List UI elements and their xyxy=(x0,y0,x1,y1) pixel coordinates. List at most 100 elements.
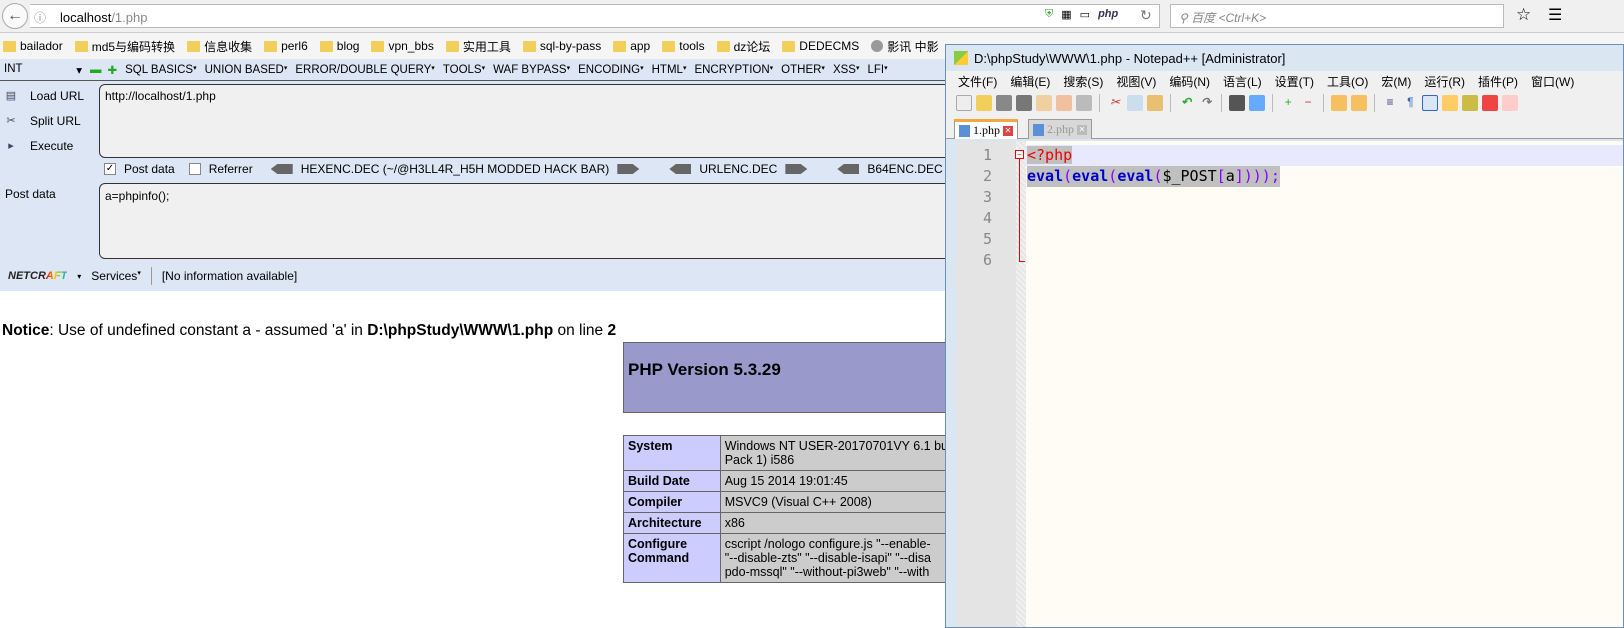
lang-icon[interactable] xyxy=(1442,95,1458,111)
row-value: Aug 15 2014 19:01:45 xyxy=(719,470,954,492)
bookmark[interactable]: 影讯 中影 xyxy=(871,38,939,55)
find-icon[interactable] xyxy=(1229,95,1245,111)
menu-encryption[interactable]: ENCRYPTION xyxy=(694,64,773,76)
menu-error-double-query[interactable]: ERROR/DOUBLE QUERY xyxy=(295,64,434,76)
globe-icon xyxy=(871,40,884,52)
encode-left-arrow-icon[interactable] xyxy=(837,164,860,174)
bookmark[interactable]: tools xyxy=(662,39,705,53)
menu-encoding[interactable]: ENCODING xyxy=(578,64,644,76)
menu-run[interactable]: 运行(R) xyxy=(1424,73,1465,90)
menu-plugins[interactable]: 插件(P) xyxy=(1478,73,1518,90)
reader-icon[interactable]: ▭ xyxy=(1080,8,1090,21)
address-bar[interactable]: ⓘ localhost/1.php xyxy=(30,4,1160,28)
back-button[interactable]: ← xyxy=(2,3,28,29)
fold-collapse-icon[interactable]: − xyxy=(1015,150,1024,159)
menu-html[interactable]: HTML xyxy=(652,64,687,76)
bookmark[interactable]: dz论坛 xyxy=(716,38,770,55)
new-file-icon[interactable] xyxy=(956,95,972,111)
bookmark[interactable]: 实用工具 xyxy=(445,38,511,55)
function-list-icon[interactable] xyxy=(1482,95,1498,111)
close-icon[interactable] xyxy=(1036,95,1052,111)
menu-sql-basics[interactable]: SQL BASICS xyxy=(125,64,196,76)
replace-icon[interactable] xyxy=(1249,95,1265,111)
url-textarea[interactable]: http://localhost/1.php xyxy=(99,84,959,158)
load-url-button[interactable]: ▤ Load URL xyxy=(0,83,90,108)
referrer-checkbox[interactable] xyxy=(188,163,201,175)
sync-horizontal-icon[interactable] xyxy=(1351,95,1367,111)
execute-button[interactable]: ▸ Execute xyxy=(0,133,90,158)
sync-vertical-icon[interactable] xyxy=(1331,95,1347,111)
post-data-checkbox[interactable]: ✓ xyxy=(104,163,116,175)
copy-icon[interactable] xyxy=(1127,95,1143,111)
menu-xss[interactable]: XSS xyxy=(833,64,860,76)
services-menu[interactable]: Services▾ xyxy=(91,269,141,283)
menu-other[interactable]: OTHER xyxy=(781,64,825,76)
notepad-titlebar[interactable]: D:\phpStudy\WWW\1.php - Notepad++ [Admin… xyxy=(946,45,1623,71)
reading-list-icon[interactable]: ☰ xyxy=(1548,5,1562,25)
bookmark[interactable]: bailador xyxy=(3,39,63,53)
minus-icon[interactable]: ▬ xyxy=(90,64,102,76)
menu-search[interactable]: 搜索(S) xyxy=(1063,73,1103,90)
bookmark[interactable]: blog xyxy=(319,39,359,53)
php-badge[interactable]: php xyxy=(1098,8,1118,21)
search-input[interactable]: ⚲ 百度 <Ctrl+K> xyxy=(1170,4,1504,28)
save-icon[interactable] xyxy=(996,95,1012,111)
word-wrap-icon[interactable]: ≡ xyxy=(1382,95,1398,111)
shield-icon[interactable]: ⛨ xyxy=(1045,8,1053,21)
menu-encoding[interactable]: 编码(N) xyxy=(1169,73,1210,90)
folder-workspace-icon[interactable] xyxy=(1502,95,1518,111)
close-tab-icon[interactable]: ✕ xyxy=(1003,125,1013,136)
split-url-button[interactable]: ✂ Split URL xyxy=(0,108,90,133)
bookmark[interactable]: vpn_bbs xyxy=(371,39,434,53)
doc-map-icon[interactable] xyxy=(1462,95,1478,111)
zoom-out-icon[interactable]: − xyxy=(1300,95,1316,111)
bookmark[interactable]: DEDECMS xyxy=(782,39,859,53)
save-all-icon[interactable] xyxy=(1016,95,1032,111)
bookmark[interactable]: app xyxy=(613,39,650,53)
open-file-icon[interactable] xyxy=(976,95,992,111)
menu-tools[interactable]: TOOLS xyxy=(443,64,485,76)
line-number: 4 xyxy=(982,209,992,227)
decode-right-arrow-icon[interactable] xyxy=(617,164,640,174)
menu-view[interactable]: 视图(V) xyxy=(1116,73,1156,90)
menu-file[interactable]: 文件(F) xyxy=(958,73,997,90)
menu-waf-bypass[interactable]: WAF BYPASS xyxy=(493,64,570,76)
tab-1-php[interactable]: 1.php ✕ xyxy=(954,119,1018,139)
menu-macro[interactable]: 宏(M) xyxy=(1381,73,1411,90)
reload-icon[interactable]: ↻ xyxy=(1140,7,1152,24)
close-tab-icon[interactable]: ✕ xyxy=(1077,124,1087,135)
plus-icon[interactable]: ✚ xyxy=(108,63,118,77)
code-editor[interactable]: 1 2 3 4 5 6 − <?php eval(eval(eval($_POS… xyxy=(956,141,1623,627)
zoom-in-icon[interactable]: + xyxy=(1280,95,1296,111)
bookmark[interactable]: sql-by-pass xyxy=(522,39,601,53)
paste-icon[interactable] xyxy=(1147,95,1163,111)
encode-left-arrow-icon[interactable] xyxy=(669,164,692,174)
menu-language[interactable]: 语言(L) xyxy=(1223,73,1262,90)
bookmark[interactable]: 信息收集 xyxy=(187,38,252,55)
cut-icon[interactable]: ✂ xyxy=(1107,95,1123,111)
decode-right-arrow-icon[interactable] xyxy=(785,164,808,174)
close-all-icon[interactable] xyxy=(1056,95,1072,111)
folder-icon xyxy=(613,40,627,52)
netcraft-dropdown-icon[interactable]: ▾ xyxy=(77,272,81,281)
redo-icon[interactable]: ↷ xyxy=(1198,95,1214,111)
menu-union-based[interactable]: UNION BASED xyxy=(205,64,288,76)
menu-tools[interactable]: 工具(O) xyxy=(1327,73,1368,90)
type-select[interactable]: INT ▾ xyxy=(0,63,86,77)
menu-window[interactable]: 窗口(W) xyxy=(1531,73,1574,90)
bookmark[interactable]: md5与编码转换 xyxy=(74,38,175,55)
encode-left-arrow-icon[interactable] xyxy=(270,164,293,174)
indent-guide-icon[interactable] xyxy=(1422,95,1438,111)
menu-lfi[interactable]: LFI xyxy=(867,64,887,76)
bookmark-star-icon[interactable]: ☆ xyxy=(1516,5,1531,25)
qr-code-icon[interactable]: ▦ xyxy=(1061,8,1071,21)
post-data-textarea[interactable]: a=phpinfo(); xyxy=(99,183,959,259)
menu-edit[interactable]: 编辑(E) xyxy=(1010,73,1050,90)
show-all-chars-icon[interactable]: ¶ xyxy=(1402,95,1418,111)
undo-icon[interactable]: ↶ xyxy=(1178,95,1194,111)
bookmark[interactable]: perl6 xyxy=(264,39,308,53)
print-icon[interactable] xyxy=(1076,95,1092,111)
tab-2-php[interactable]: 2.php ✕ xyxy=(1028,119,1092,139)
menu-settings[interactable]: 设置(T) xyxy=(1275,73,1314,90)
info-icon[interactable]: ⓘ xyxy=(34,9,46,26)
